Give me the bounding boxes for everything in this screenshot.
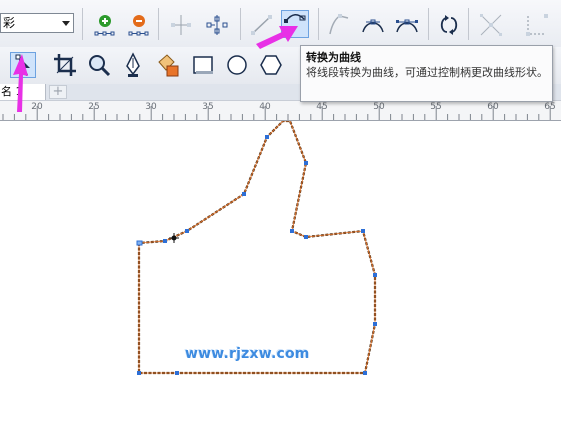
ellipse-tool-icon[interactable] bbox=[224, 52, 250, 78]
make-symmetrical-icon[interactable] bbox=[394, 12, 420, 38]
pen-tool-icon[interactable] bbox=[120, 52, 146, 78]
ruler-label: 30 bbox=[145, 102, 157, 112]
annotation-arrow-icon bbox=[256, 26, 298, 49]
style-select-value: 彩 bbox=[3, 16, 16, 30]
drawing-canvas[interactable]: www.rjzxw.com bbox=[0, 121, 561, 444]
ruler-label: 55 bbox=[430, 102, 442, 112]
toolbar-separator bbox=[468, 8, 469, 40]
ruler-label: 20 bbox=[31, 102, 43, 112]
reverse-direction-icon[interactable] bbox=[436, 12, 462, 38]
ruler-label: 65 bbox=[544, 102, 556, 112]
style-select[interactable]: 彩 bbox=[0, 13, 74, 33]
join-nodes-icon[interactable] bbox=[168, 12, 194, 38]
ruler-label: 60 bbox=[487, 102, 499, 112]
plus-icon: + bbox=[52, 84, 64, 99]
horizontal-ruler[interactable]: 20 25 30 35 40 45 50 55 60 65 bbox=[0, 101, 561, 121]
path-nodes[interactable] bbox=[136, 135, 377, 375]
ruler-ticks bbox=[2, 106, 551, 120]
chevron-down-icon bbox=[62, 21, 70, 26]
watermark-text: www.rjzxw.com bbox=[185, 346, 310, 362]
tooltip-body: 将线段转换为曲线，可通过控制柄更改曲线形状。 bbox=[306, 66, 548, 79]
toolbar-separator bbox=[158, 8, 159, 40]
crop-tool-icon[interactable] bbox=[52, 52, 78, 78]
make-cusp-icon[interactable] bbox=[326, 12, 352, 38]
toolbar-separator bbox=[82, 8, 83, 40]
ruler-label: 25 bbox=[88, 102, 100, 112]
rectangle-tool-icon[interactable] bbox=[190, 52, 216, 78]
add-node-icon[interactable] bbox=[92, 12, 118, 38]
add-tab-button[interactable]: + bbox=[49, 85, 67, 99]
toolbar-separator bbox=[318, 8, 319, 40]
toolbar-separator bbox=[240, 8, 241, 40]
curve-path bbox=[137, 121, 377, 375]
smart-fill-icon[interactable] bbox=[154, 52, 180, 78]
delete-node-icon[interactable] bbox=[126, 12, 152, 38]
make-smooth-icon[interactable] bbox=[360, 12, 386, 38]
ruler-label: 40 bbox=[259, 102, 271, 112]
zoom-tool-icon[interactable] bbox=[86, 52, 112, 78]
annotation-arrow-icon bbox=[13, 54, 28, 112]
polygon-tool-icon[interactable] bbox=[258, 52, 284, 78]
ruler-label: 35 bbox=[202, 102, 214, 112]
thumb-shape[interactable] bbox=[0, 121, 561, 444]
extend-curve-icon[interactable] bbox=[524, 12, 550, 38]
tooltip-title: 转换为曲线 bbox=[306, 51, 361, 64]
tooltip: 转换为曲线 将线段转换为曲线，可通过控制柄更改曲线形状。 bbox=[300, 45, 553, 102]
curve-path-highlight bbox=[138, 121, 376, 374]
ruler-label: 50 bbox=[373, 102, 385, 112]
ruler-label: 45 bbox=[316, 102, 328, 112]
extract-subpath-icon[interactable] bbox=[478, 12, 504, 38]
toolbar-separator bbox=[428, 8, 429, 40]
break-curve-icon[interactable] bbox=[204, 12, 230, 38]
